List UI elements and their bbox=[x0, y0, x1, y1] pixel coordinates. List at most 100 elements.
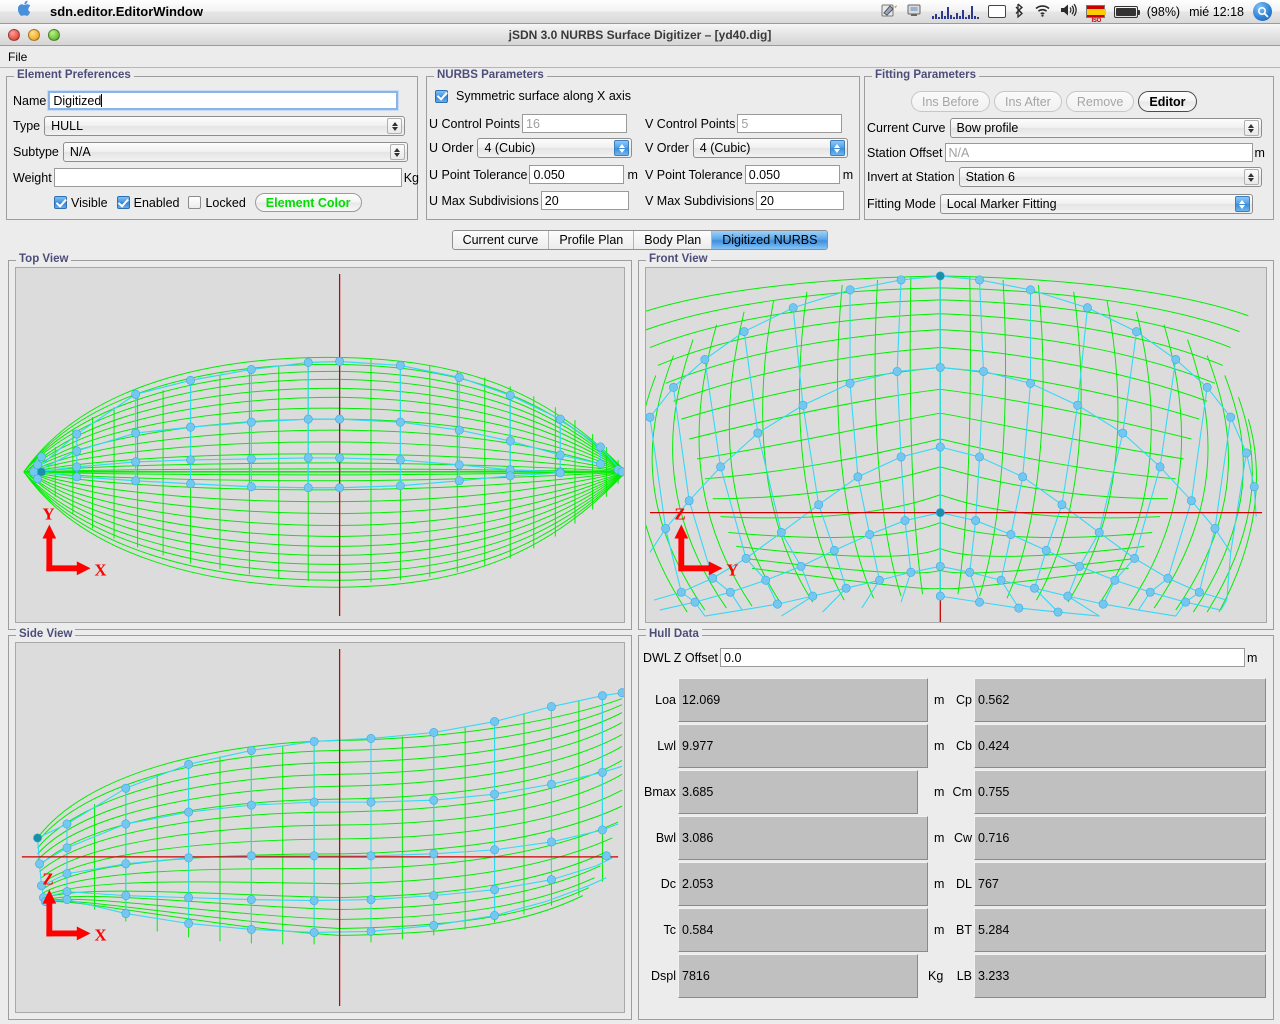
v-control-points-input[interactable]: 5 bbox=[737, 114, 843, 133]
visible-checkbox[interactable]: Visible bbox=[54, 196, 108, 210]
v-point-tolerance-row: V Point Tolerance 0.050 m bbox=[645, 165, 853, 184]
editor-button[interactable]: Editor bbox=[1138, 91, 1197, 112]
type-row: Type HULL bbox=[13, 116, 406, 136]
u-control-points-input[interactable]: 16 bbox=[522, 114, 628, 133]
chevron-updown-icon[interactable] bbox=[1234, 196, 1250, 212]
bwl-value: 3.086 bbox=[678, 816, 928, 860]
side-view-canvas[interactable]: Z X bbox=[15, 642, 625, 1013]
dc-label: Dc bbox=[660, 877, 676, 891]
remove-button[interactable]: Remove bbox=[1065, 91, 1135, 112]
bmax-value: 3.685 bbox=[678, 770, 918, 814]
cp-label: Cp bbox=[956, 693, 972, 707]
fitting-mode-row: Fitting Mode Local Marker Fitting bbox=[867, 194, 1253, 214]
front-view-canvas[interactable]: Z Y bbox=[645, 267, 1267, 623]
cb-label: Cb bbox=[956, 739, 972, 753]
tab-current-curve[interactable]: Current curve bbox=[452, 231, 550, 249]
chevron-updown-icon[interactable] bbox=[614, 140, 630, 156]
script-editor-icon[interactable] bbox=[881, 3, 898, 21]
dwl-z-offset-input[interactable]: 0.0 bbox=[720, 648, 1246, 667]
chevron-updown-icon[interactable] bbox=[389, 144, 405, 160]
front-view-legend: Front View bbox=[646, 253, 711, 265]
ins-before-button[interactable]: Ins Before bbox=[911, 91, 990, 112]
top-view-canvas[interactable]: Y X bbox=[15, 267, 625, 623]
name-input[interactable]: Digitized bbox=[47, 90, 400, 111]
top-view-panel: Top View Y X bbox=[8, 253, 632, 630]
tab-digitized-nurbs[interactable]: Digitized NURBS bbox=[712, 231, 828, 249]
audio-spectrum-icon[interactable] bbox=[931, 5, 979, 19]
bluetooth-icon[interactable] bbox=[1015, 3, 1025, 21]
v-max-subdivisions-input[interactable]: 20 bbox=[756, 191, 845, 210]
chevron-updown-icon[interactable] bbox=[1243, 120, 1259, 136]
chevron-updown-icon[interactable] bbox=[387, 118, 403, 134]
wifi-icon[interactable] bbox=[1034, 3, 1051, 20]
u-order-select[interactable]: 4 (Cubic) bbox=[477, 138, 633, 158]
enabled-checkbox[interactable]: Enabled bbox=[116, 196, 179, 210]
nurbs-parameters-legend: NURBS Parameters bbox=[434, 69, 547, 81]
station-offset-label: Station Offset bbox=[867, 145, 943, 160]
table-row: Dspl 7816 Kg bbox=[643, 954, 943, 998]
clock-label[interactable]: mié 12:18 bbox=[1189, 5, 1244, 19]
checkbox-icon[interactable] bbox=[54, 196, 67, 209]
menu-item-file[interactable]: File bbox=[0, 50, 35, 64]
fitting-buttons-row: Ins Before Ins After Remove Editor bbox=[911, 91, 1197, 112]
ins-after-button[interactable]: Ins After bbox=[993, 91, 1062, 112]
invert-at-station-select[interactable]: Station 6 bbox=[958, 167, 1262, 187]
viewport-area: Top View Y X Front View Z Y Side View Z … bbox=[0, 252, 1280, 1024]
u-point-tolerance-input[interactable]: 0.050 bbox=[529, 165, 625, 184]
nurbs-parameters-panel: NURBS Parameters Symmetric surface along… bbox=[426, 69, 860, 220]
station-offset-input[interactable]: N/A bbox=[944, 143, 1253, 162]
tab-body-plan[interactable]: Body Plan bbox=[634, 231, 713, 249]
axis-label-vertical: Z bbox=[674, 504, 685, 523]
bmax-unit: m bbox=[934, 785, 945, 799]
locked-checkbox[interactable]: Locked bbox=[188, 196, 246, 210]
v-max-subdivisions-value: 20 bbox=[760, 193, 774, 208]
lwl-value: 9.977 bbox=[678, 724, 928, 768]
v-order-select[interactable]: 4 (Cubic) bbox=[692, 138, 848, 158]
tc-value: 0.584 bbox=[678, 908, 928, 952]
fitting-mode-select[interactable]: Local Marker Fitting bbox=[939, 194, 1253, 214]
axis-label-horizontal: X bbox=[94, 925, 106, 944]
invert-at-station-label: Invert at Station bbox=[867, 170, 955, 184]
current-curve-select[interactable]: Bow profile bbox=[949, 118, 1262, 138]
volume-icon[interactable] bbox=[1060, 3, 1077, 20]
station-offset-row: Station Offset N/A m bbox=[867, 143, 1265, 162]
weight-input[interactable] bbox=[53, 168, 402, 187]
checkbox-icon[interactable] bbox=[116, 196, 130, 209]
subtype-select[interactable]: N/A bbox=[62, 142, 408, 162]
cw-label: Cw bbox=[953, 831, 972, 845]
chevron-updown-icon[interactable] bbox=[829, 140, 845, 156]
dwl-z-offset-row: DWL Z Offset 0.0 m bbox=[643, 648, 1257, 667]
view-tab-strip: Current curve Profile Plan Body Plan Dig… bbox=[0, 228, 1280, 252]
window-title-bar[interactable]: jSDN 3.0 NURBS Surface Digitizer – [yd40… bbox=[0, 24, 1280, 46]
symmetric-surface-label: Symmetric surface along X axis bbox=[456, 89, 632, 103]
display-mirror-icon[interactable] bbox=[907, 3, 923, 21]
dl-label: DL bbox=[956, 877, 972, 891]
axis-label-vertical: Y bbox=[42, 504, 54, 523]
spotlight-icon[interactable] bbox=[1253, 2, 1272, 21]
element-color-button[interactable]: Element Color bbox=[254, 193, 362, 212]
v-control-points-row: V Control Points 5 bbox=[645, 114, 843, 133]
symmetric-surface-checkbox[interactable]: Symmetric surface along X axis bbox=[435, 89, 631, 103]
battery-icon[interactable] bbox=[1113, 5, 1141, 18]
table-row: Lwl 9.977 m bbox=[643, 724, 944, 768]
current-curve-label: Current Curve bbox=[867, 121, 946, 135]
chevron-updown-icon[interactable] bbox=[1243, 169, 1259, 185]
keyboard-flag-icon[interactable]: ISO bbox=[1085, 5, 1106, 24]
tab-profile-plan[interactable]: Profile Plan bbox=[549, 231, 635, 249]
v-point-tolerance-input[interactable]: 0.050 bbox=[744, 165, 840, 184]
u-point-tolerance-value: 0.050 bbox=[533, 167, 565, 182]
checkbox-icon[interactable] bbox=[435, 89, 448, 103]
table-row: Loa 12.069 m bbox=[643, 678, 944, 722]
name-row: Name Digitized bbox=[13, 90, 400, 111]
apple-icon[interactable] bbox=[12, 0, 38, 21]
bt-value: 5.284 bbox=[974, 908, 1266, 952]
u-max-subdivisions-input[interactable]: 20 bbox=[540, 191, 629, 210]
table-row: Bmax 3.685 m bbox=[643, 770, 944, 814]
checkbox-icon[interactable] bbox=[188, 196, 202, 209]
menu-bar: File bbox=[0, 46, 1280, 68]
display-icon[interactable] bbox=[987, 5, 1006, 18]
type-select[interactable]: HULL bbox=[44, 116, 406, 136]
u-control-points-value: 16 bbox=[526, 116, 540, 131]
v-point-tolerance-value: 0.050 bbox=[748, 167, 781, 182]
side-view-panel: Side View Z X bbox=[8, 628, 632, 1020]
